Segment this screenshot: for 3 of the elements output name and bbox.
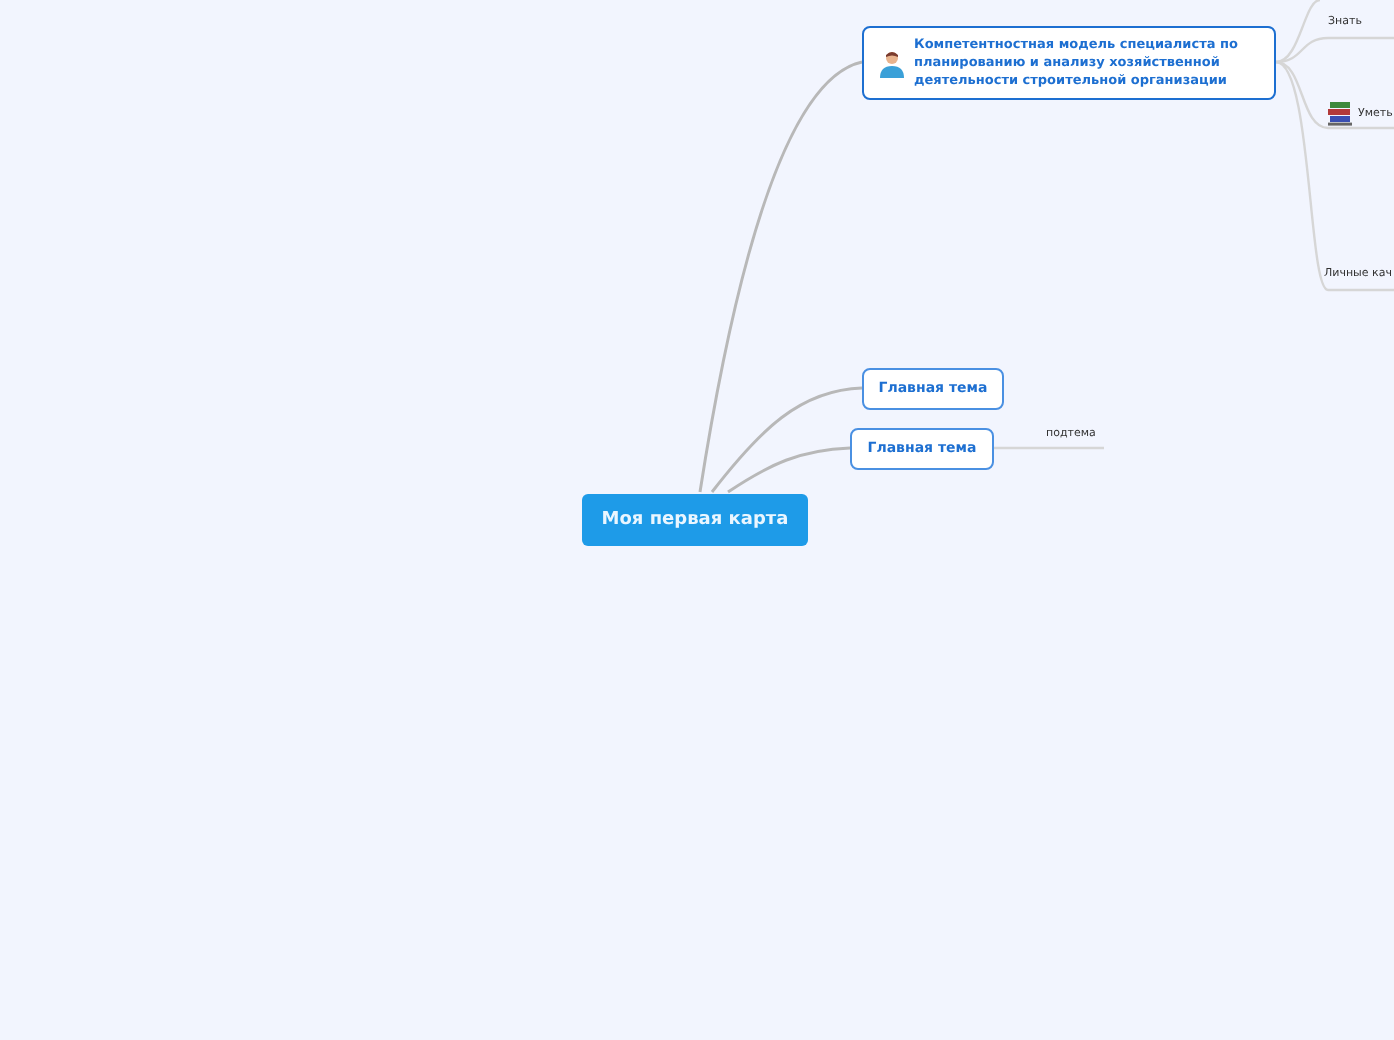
person-icon	[878, 49, 906, 77]
books-icon	[1328, 100, 1352, 126]
connector-line	[994, 446, 1104, 450]
